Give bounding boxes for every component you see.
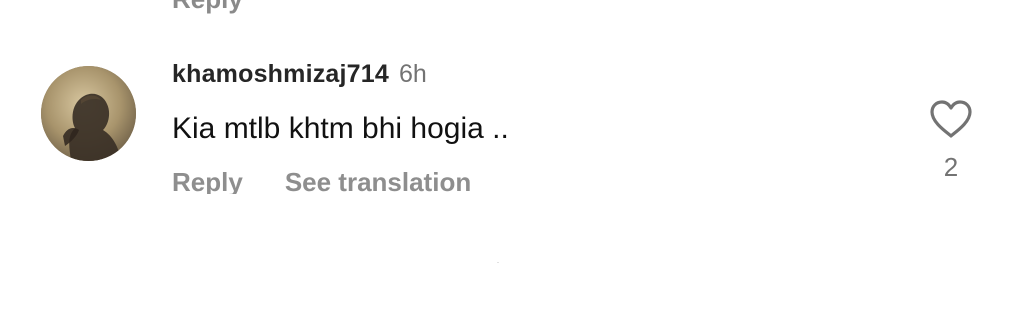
avatar[interactable]	[41, 66, 136, 161]
avatar-image	[41, 66, 136, 161]
divider-dot	[497, 262, 499, 263]
like-button[interactable]	[928, 98, 974, 140]
comment-actions: Reply See translation	[172, 164, 471, 194]
comment-timestamp: 6h	[399, 60, 427, 88]
reply-button[interactable]: Reply	[172, 164, 243, 194]
comment-header: khamoshmizaj714 6h	[172, 60, 427, 94]
username[interactable]: khamoshmizaj714	[172, 60, 389, 89]
heart-outline-icon	[930, 100, 972, 138]
comment-text: Kia mtlb khtm bhi hogia ..	[172, 112, 509, 145]
like-count: 2	[943, 152, 959, 182]
see-translation-button[interactable]: See translation	[285, 164, 471, 194]
comment-item: khamoshmizaj714 6h Kia mtlb khtm bhi hog…	[0, 0, 1024, 311]
